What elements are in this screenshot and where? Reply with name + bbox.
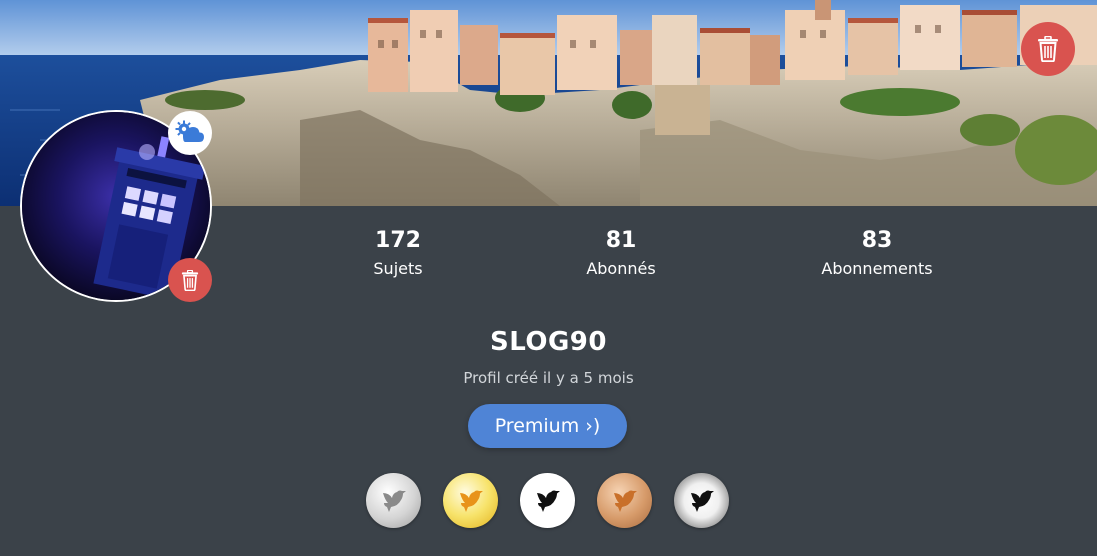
stat-followers-count: 81 <box>605 228 637 253</box>
stat-following-count: 83 <box>861 228 893 253</box>
gold-bird-badge[interactable] <box>443 473 498 528</box>
delete-banner-button[interactable] <box>1021 22 1075 76</box>
profile-created-date: Profil créé il y a 5 mois <box>463 369 634 387</box>
stat-subjects[interactable]: 172 Sujets <box>288 226 508 280</box>
bird-icon <box>536 489 560 512</box>
bird-icon <box>459 489 483 512</box>
bird-icon <box>382 489 406 512</box>
stat-followers-label: Abonnés <box>586 259 656 278</box>
delete-avatar-button[interactable] <box>168 258 212 302</box>
stat-subjects-label: Sujets <box>373 259 423 278</box>
stat-following[interactable]: 83 Abonnements <box>767 226 987 280</box>
badge-list <box>366 473 731 529</box>
platinum-bird-badge[interactable] <box>674 473 729 528</box>
white-bird-badge[interactable] <box>520 473 575 528</box>
stat-following-label: Abonnements <box>821 259 933 278</box>
stat-followers[interactable]: 81 Abonnés <box>511 226 731 280</box>
stat-subjects-count: 172 <box>375 228 421 253</box>
avatar-settings-button[interactable] <box>168 111 212 155</box>
profile-username: SLOG90 <box>490 327 607 357</box>
bird-icon <box>613 489 637 512</box>
premium-button[interactable]: Premium ›) <box>468 404 627 448</box>
trash-icon <box>1038 36 1058 62</box>
silver-bird-badge[interactable] <box>366 473 421 528</box>
bronze-bird-badge[interactable] <box>597 473 652 528</box>
trash-icon <box>181 269 199 291</box>
bird-icon <box>690 489 714 512</box>
cloud-gear-icon <box>175 120 204 142</box>
